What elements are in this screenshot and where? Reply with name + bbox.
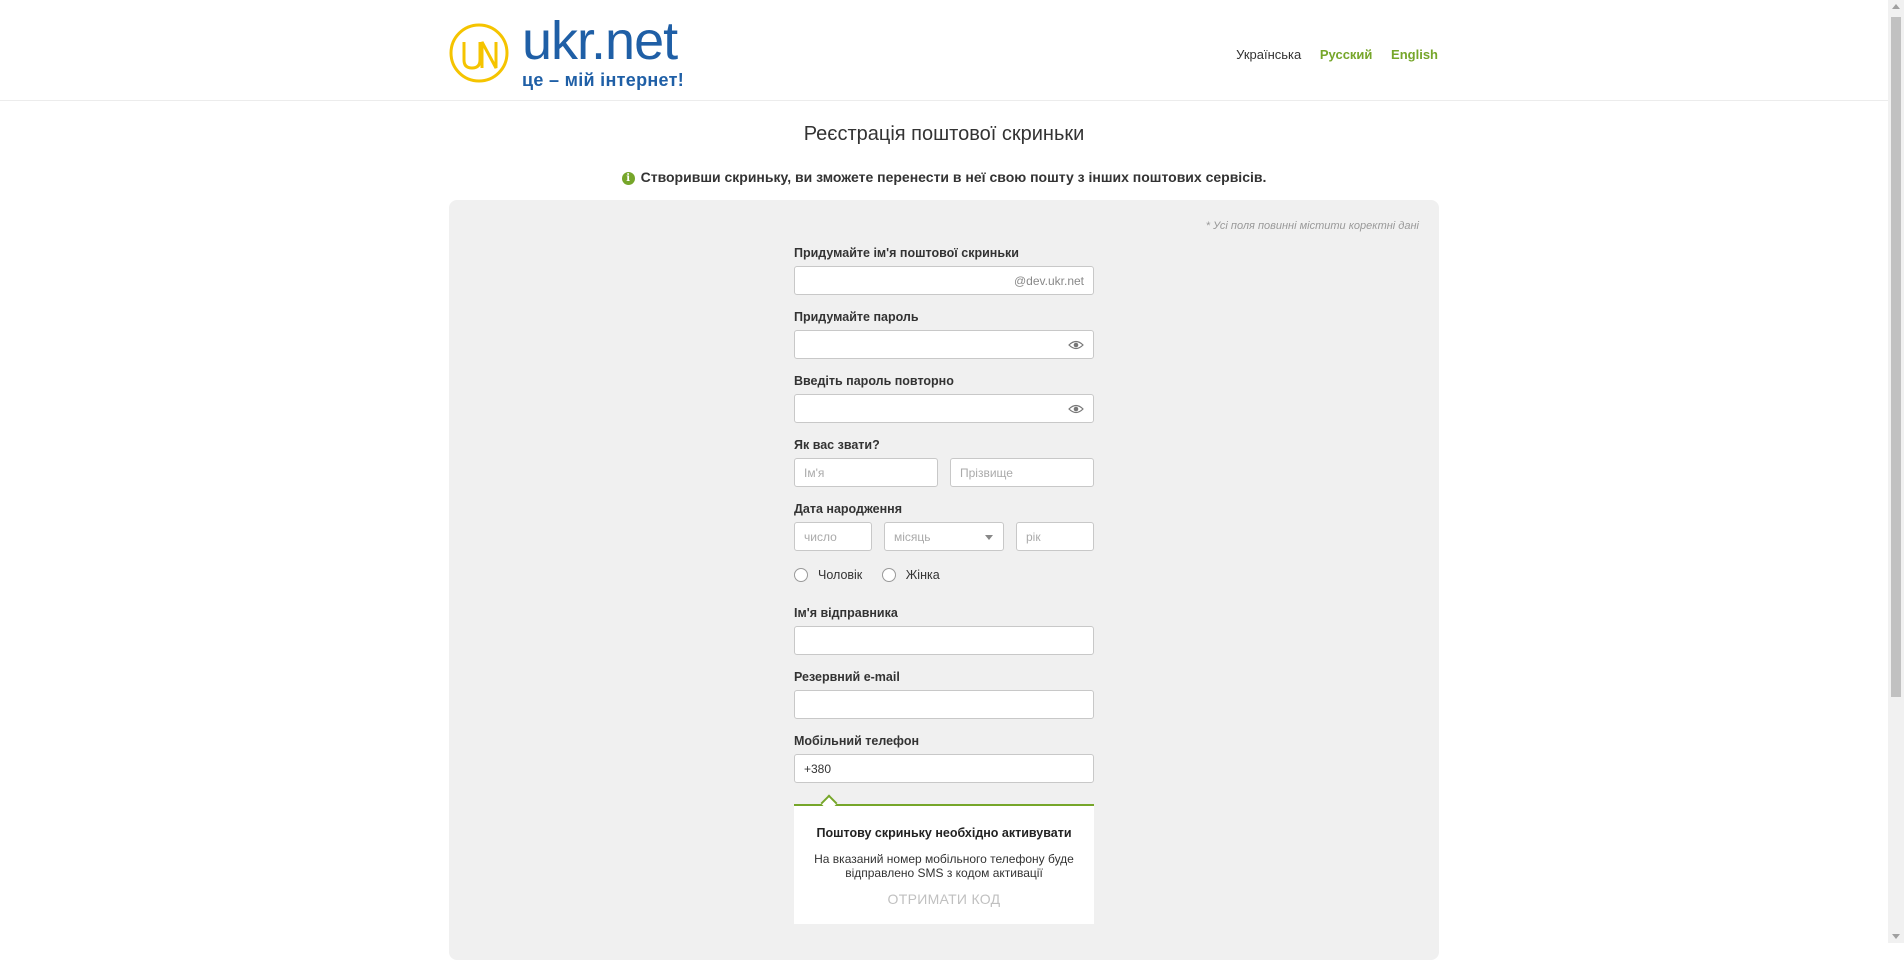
ukrnet-logo[interactable]: ukr.net це – мій інтернет! (448, 14, 688, 90)
phone-input[interactable] (804, 755, 1084, 782)
birth-year-field[interactable] (1016, 522, 1094, 551)
birth-year-input[interactable] (1026, 523, 1084, 550)
gender-radio-group: Чоловік Жінка (794, 568, 956, 582)
scroll-up-arrow-icon[interactable] (1892, 4, 1900, 9)
gender-male-label: Чоловік (818, 568, 863, 582)
sender-name-input[interactable] (804, 627, 1084, 654)
first-name-field[interactable] (794, 458, 938, 487)
password-repeat-label: Введіть пароль повторно (794, 374, 954, 388)
name-label: Як вас звати? (794, 438, 880, 452)
show-password-eye-icon[interactable] (1068, 339, 1084, 351)
logo-slogan: це – мій інтернет! (522, 70, 685, 90)
scroll-down-arrow-icon[interactable] (1892, 934, 1900, 939)
birth-day-input[interactable] (804, 523, 862, 550)
birth-date-label: Дата народження (794, 502, 902, 516)
mailbox-domain-suffix: @dev.ukr.net (1014, 274, 1084, 288)
backup-email-input[interactable] (804, 691, 1084, 718)
scrollbar-thumb[interactable] (1891, 17, 1901, 697)
sender-name-field[interactable] (794, 626, 1094, 655)
mailbox-label: Придумайте ім'я поштової скриньки (794, 246, 1019, 260)
password-field[interactable] (794, 330, 1094, 359)
password-repeat-field[interactable] (794, 394, 1094, 423)
lang-ukrainian[interactable]: Українська (1236, 47, 1301, 62)
registration-panel: * Усі поля повинні містити коректні дані… (449, 200, 1439, 960)
info-icon: i (621, 172, 635, 185)
activation-text: На вказаний номер мобільного телефону бу… (814, 852, 1074, 880)
get-code-button[interactable]: ОТРИМАТИ КОД (794, 891, 1094, 907)
first-name-input[interactable] (804, 459, 928, 486)
gender-male-option[interactable]: Чоловік (794, 568, 862, 582)
un-logo-icon (449, 23, 509, 83)
lang-russian[interactable]: Русский (1320, 47, 1373, 62)
required-note: * Усі поля повинні містити коректні дані (1205, 220, 1419, 232)
birth-day-field[interactable] (794, 522, 872, 551)
activation-box: Поштову скриньку необхідно активувати На… (794, 794, 1094, 924)
gender-female-label: Жінка (905, 568, 940, 582)
password-input[interactable] (804, 331, 1084, 358)
gender-female-radio[interactable] (881, 568, 896, 582)
last-name-field[interactable] (950, 458, 1094, 487)
show-password-repeat-eye-icon[interactable] (1068, 403, 1084, 415)
sender-name-label: Ім'я відправника (794, 606, 898, 620)
page-scrollbar[interactable] (1888, 0, 1904, 943)
language-switcher: Українська Русский English (1221, 47, 1438, 62)
backup-email-field[interactable] (794, 690, 1094, 719)
birth-month-select[interactable]: місяць (884, 522, 1004, 551)
password-label: Придумайте пароль (794, 310, 919, 324)
site-header: ukr.net це – мій інтернет! Українська Ру… (0, 0, 1888, 101)
chevron-down-icon (985, 535, 993, 540)
lang-english[interactable]: English (1391, 47, 1438, 62)
phone-field[interactable] (794, 754, 1094, 783)
birth-month-placeholder: місяць (894, 530, 931, 544)
password-repeat-input[interactable] (804, 395, 1084, 422)
activation-pointer (820, 794, 838, 812)
page-title: Реєстрація поштової скриньки (803, 123, 1085, 145)
mailbox-field[interactable]: @dev.ukr.net (794, 266, 1094, 295)
info-notice: i Створивши скриньку, ви зможете перенест… (0, 169, 1888, 185)
gender-male-radio[interactable] (794, 568, 808, 582)
activation-title: Поштову скриньку необхідно активувати (816, 826, 1072, 840)
last-name-input[interactable] (960, 459, 1084, 486)
logo-word: ukr.net (522, 11, 678, 71)
backup-email-label: Резервний e-mail (794, 670, 900, 684)
gender-female-option[interactable]: Жінка (881, 568, 940, 582)
phone-label: Мобільний телефон (794, 734, 920, 748)
notice-text: Створивши скриньку, ви зможете перенести… (640, 169, 1267, 185)
